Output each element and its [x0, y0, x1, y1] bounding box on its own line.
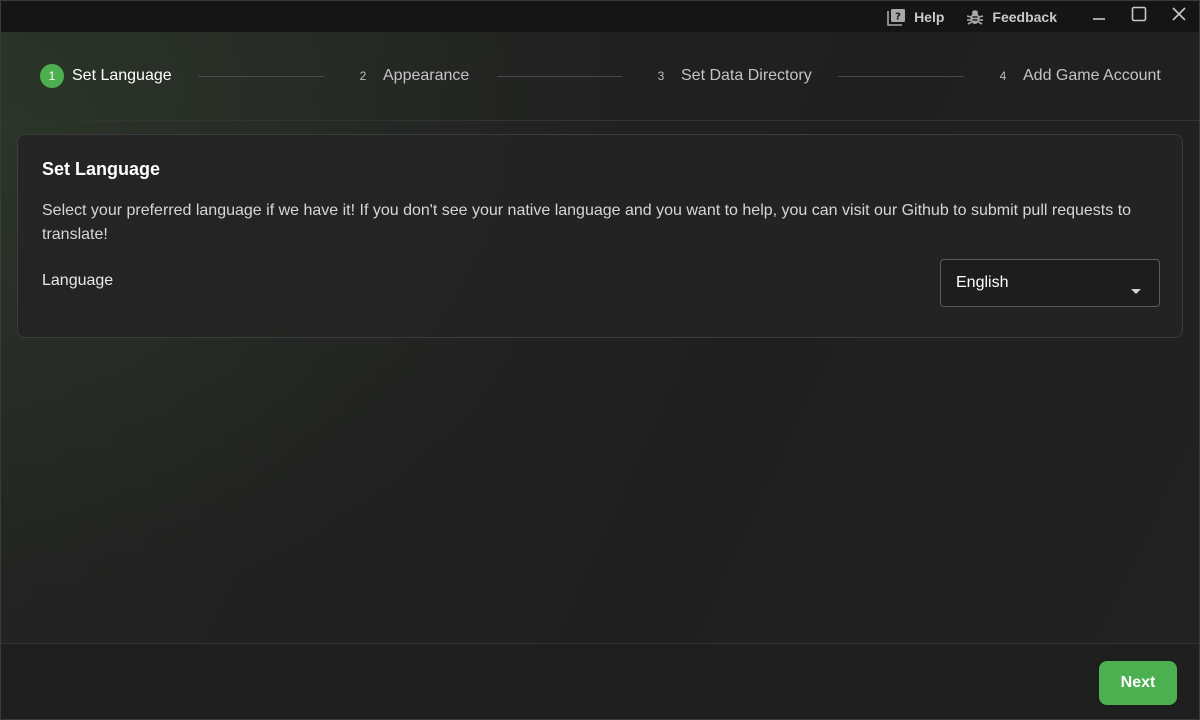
svg-text:?: ? [895, 11, 901, 22]
maximize-button[interactable] [1119, 1, 1159, 32]
help-book-icon: ? [886, 8, 906, 26]
step-connector [838, 76, 964, 77]
minimize-button[interactable] [1079, 1, 1119, 32]
step-add-game-account[interactable]: 4 Add Game Account [991, 64, 1161, 88]
card-description: Select your preferred language if we hav… [42, 202, 1132, 243]
step-appearance[interactable]: 2 Appearance [351, 64, 470, 88]
setup-stepper: 1 Set Language 2 Appearance 3 Set Data D… [1, 32, 1199, 121]
language-selected-value: English [956, 274, 1009, 291]
language-label: Language [42, 272, 114, 289]
step-set-data-directory[interactable]: 3 Set Data Directory [649, 64, 812, 88]
language-select[interactable]: English [940, 259, 1160, 307]
step-label: Appearance [383, 67, 470, 84]
step-number: 4 [999, 69, 1007, 83]
bug-icon [966, 8, 984, 26]
step-number: 1 [40, 64, 64, 88]
step-connector [198, 76, 324, 77]
step-label: Set Language [72, 67, 172, 84]
footer-bar: Next [1, 643, 1199, 719]
app-window: ? Help Feedback 1 Set Language 2 Appeara… [0, 0, 1200, 720]
step-number: 3 [657, 69, 665, 83]
step-label: Add Game Account [1023, 67, 1161, 84]
set-language-card: Set Language Select your preferred langu… [17, 134, 1183, 338]
close-button[interactable] [1159, 1, 1199, 32]
title-bar: ? Help Feedback [1, 1, 1199, 32]
minimize-icon [1092, 7, 1106, 26]
help-button[interactable]: ? Help [886, 1, 944, 32]
step-set-language[interactable]: 1 Set Language [40, 64, 172, 88]
feedback-label: Feedback [992, 8, 1057, 25]
maximize-icon [1131, 6, 1147, 27]
close-icon [1172, 7, 1186, 26]
caret-down-icon [1131, 281, 1141, 299]
next-button[interactable]: Next [1099, 661, 1177, 705]
step-label: Set Data Directory [681, 67, 812, 84]
step-connector [497, 76, 622, 77]
card-title: Set Language [42, 159, 161, 179]
help-label: Help [914, 8, 945, 25]
feedback-button[interactable]: Feedback [966, 1, 1057, 32]
step-number: 2 [359, 69, 367, 83]
